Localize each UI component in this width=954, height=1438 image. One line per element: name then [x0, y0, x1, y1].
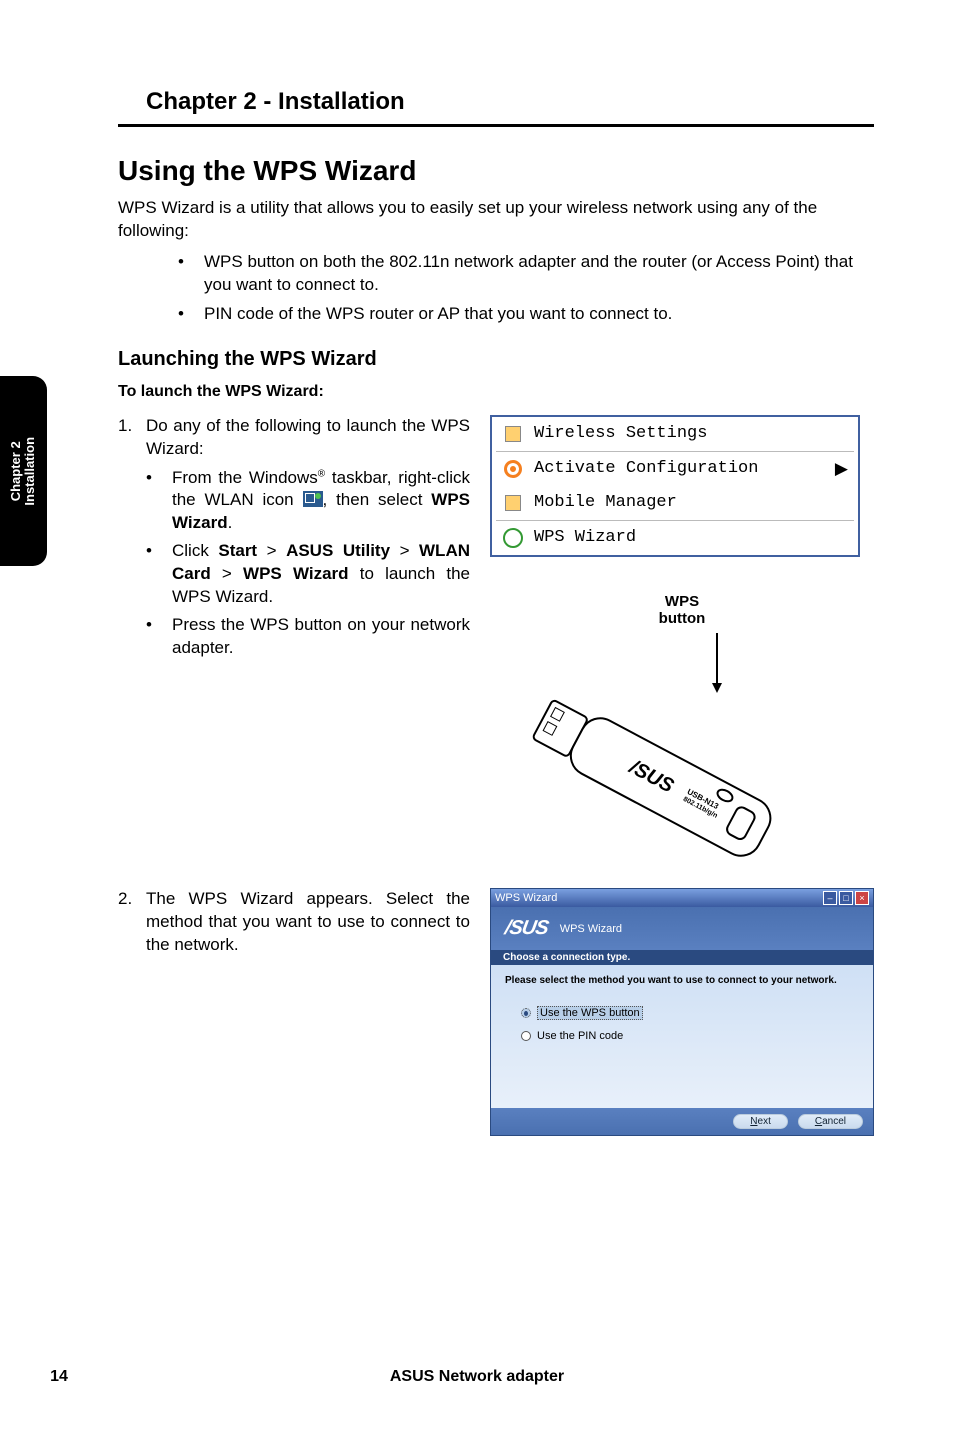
cancel-button[interactable]: Cancel — [798, 1114, 863, 1129]
page-footer: 14 ASUS Network adapter — [0, 1368, 954, 1386]
ctx-wps-wizard[interactable]: WPS Wizard — [492, 521, 858, 555]
page-number: 14 — [0, 1368, 118, 1386]
step-1-sub-3: Press the WPS button on your network ada… — [146, 614, 470, 659]
step-1-text: Do any of the following to launch the WP… — [146, 416, 470, 458]
procedure-title: To launch the WPS Wizard: — [118, 383, 874, 401]
step-1-number: 1. — [118, 415, 132, 438]
step-1-sub-1: From the Windows® taskbar, right-click t… — [146, 467, 470, 535]
step-2-text: The WPS Wizard appears. Select the metho… — [146, 889, 470, 954]
radio-selected-icon — [521, 1008, 531, 1018]
maximize-icon[interactable]: □ — [839, 891, 853, 905]
side-tab-line2: Installation — [23, 437, 38, 506]
side-chapter-tab: Chapter 2 Installation — [0, 376, 47, 566]
close-icon[interactable]: × — [855, 891, 869, 905]
step-2: 2. The WPS Wizard appears. Select the me… — [118, 888, 470, 957]
step-1: 1. Do any of the following to launch the… — [118, 415, 470, 461]
section-title: Using the WPS Wizard — [118, 155, 874, 187]
wizard-body: Please select the method you want to use… — [491, 965, 873, 1108]
ctx-wireless-settings[interactable]: Wireless Settings — [492, 417, 858, 451]
subsection-title: Launching the WPS Wizard — [118, 348, 874, 371]
card-icon — [502, 423, 524, 445]
ctx-mobile-manager[interactable]: Mobile Manager — [492, 486, 858, 520]
minimize-icon[interactable]: – — [823, 891, 837, 905]
side-tab-line1: Chapter 2 — [8, 441, 23, 501]
wizard-brand-bar: /SUS WPS Wizard — [491, 907, 873, 950]
context-menu: Wireless Settings Activate Configuration… — [490, 415, 860, 557]
wlan-tray-icon — [303, 491, 323, 507]
chapter-header: Chapter 2 - Installation — [146, 88, 874, 116]
option-use-wps-button[interactable]: Use the WPS button — [521, 1006, 859, 1020]
wizard-subtitle-strip: Choose a connection type. — [491, 950, 873, 965]
ctx-activate-config[interactable]: Activate Configuration ▶ — [492, 452, 858, 486]
wizard-titlebar: WPS Wizard – □ × — [491, 889, 873, 907]
asus-logo: /SUS — [503, 917, 550, 940]
top-bullet-1: WPS button on both the 802.11n network a… — [178, 251, 874, 297]
wps-button-label-2: button — [659, 610, 706, 627]
usb-adapter-icon: /SUS USB-N13 802.11b/g/n — [507, 633, 857, 863]
adapter-illustration: WPS button /SUS USB-N13 8 — [490, 593, 874, 869]
intro-paragraph: WPS Wizard is a utility that allows you … — [118, 197, 874, 243]
window-title: WPS Wizard — [495, 892, 557, 904]
wps-button-label-1: WPS — [665, 593, 699, 610]
next-button[interactable]: Next — [733, 1114, 788, 1129]
footer-title: ASUS Network adapter — [118, 1368, 836, 1386]
submenu-arrow-icon: ▶ — [835, 459, 848, 479]
wps-icon — [502, 527, 524, 549]
step-2-number: 2. — [118, 888, 132, 911]
wizard-footer: Next Cancel — [491, 1108, 873, 1135]
wizard-brand-title: WPS Wizard — [560, 923, 622, 935]
card-icon — [502, 492, 524, 514]
top-bullet-2: PIN code of the WPS router or AP that yo… — [178, 303, 874, 326]
step-1-sub-2: Click Start > ASUS Utility > WLAN Card >… — [146, 540, 470, 608]
wizard-prompt: Please select the method you want to use… — [505, 975, 859, 986]
header-divider — [118, 124, 874, 127]
option-use-pin-code[interactable]: Use the PIN code — [521, 1030, 859, 1042]
radio-unselected-icon — [521, 1031, 531, 1041]
wps-wizard-window: WPS Wizard – □ × /SUS WPS Wizard Choose … — [490, 888, 874, 1136]
target-icon — [502, 458, 524, 480]
